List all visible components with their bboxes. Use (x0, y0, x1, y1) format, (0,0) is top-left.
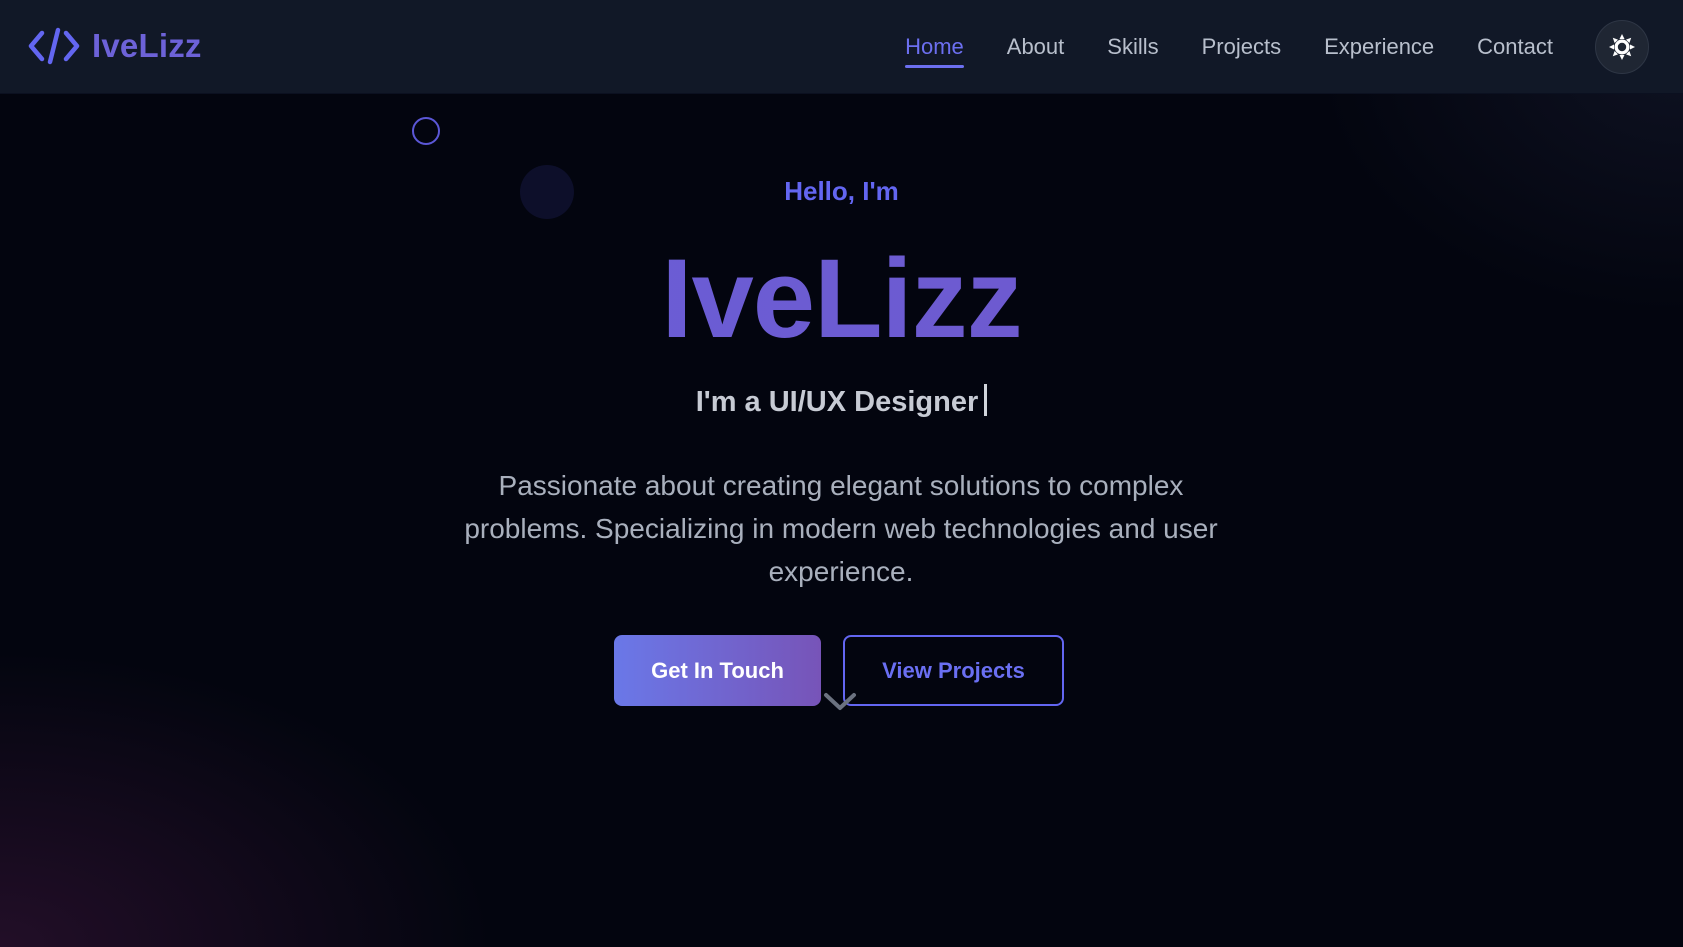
nav-link-projects[interactable]: Projects (1202, 28, 1281, 66)
chevron-down-icon (822, 691, 858, 713)
hero-role-line: I'm a UI/UX Designer (0, 384, 1683, 419)
nav-links: Home About Skills Projects Experience Co… (905, 0, 1553, 94)
scroll-down-indicator[interactable] (822, 691, 858, 713)
nav-link-home[interactable]: Home (905, 28, 964, 68)
portfolio-page: IveLizz Home About Skills Projects Exper… (0, 0, 1683, 947)
nav-link-about[interactable]: About (1007, 28, 1065, 66)
brand-logo[interactable]: IveLizz (28, 22, 202, 70)
navbar: IveLizz Home About Skills Projects Exper… (0, 0, 1683, 94)
hero-role: I'm a UI/UX Designer (695, 386, 979, 418)
hero-description: Passionate about creating elegant soluti… (464, 470, 1218, 587)
hero-name: IveLizz (0, 232, 1683, 366)
hero-greeting: Hello, I'm (784, 176, 899, 206)
nav-link-contact[interactable]: Contact (1477, 28, 1553, 66)
decorative-ring (412, 117, 440, 145)
view-projects-button[interactable]: View Projects (843, 635, 1064, 706)
get-in-touch-button[interactable]: Get In Touch (614, 635, 821, 706)
theme-toggle-button[interactable] (1595, 20, 1649, 74)
code-brackets-icon (28, 26, 80, 66)
brand-name: IveLizz (92, 27, 202, 64)
nav-link-experience[interactable]: Experience (1324, 28, 1434, 66)
nav-link-skills[interactable]: Skills (1107, 28, 1158, 66)
sun-icon (1608, 33, 1636, 61)
typing-cursor (984, 384, 988, 416)
